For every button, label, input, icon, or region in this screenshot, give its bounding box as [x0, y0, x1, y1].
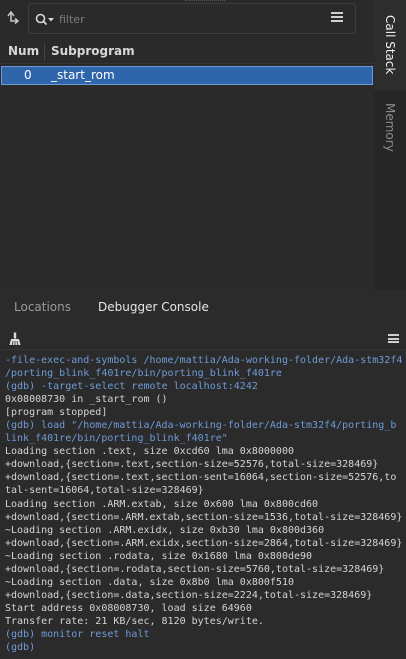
- frame-number: 0: [24, 68, 32, 82]
- hamburger-menu-icon[interactable]: [331, 12, 343, 22]
- side-tab-bar: Call Stack Memory: [374, 0, 406, 290]
- console-toolbar: [0, 326, 406, 350]
- frame-subprogram: _start_rom: [51, 68, 115, 82]
- console-line: /porting_blink_f401re/bin/porting_blink_…: [5, 368, 282, 380]
- tab-call-stack-label: Call Stack: [383, 15, 397, 75]
- console-line: ~Loading section .data, size 0x8b0 lma 0…: [5, 576, 294, 588]
- table-header: Num Subprogram: [0, 40, 374, 64]
- console-line: +download,{section=.text,section-size=52…: [5, 459, 379, 471]
- debugger-console-output[interactable]: -file-exec-and-symbols /home/mattia/Ada-…: [0, 352, 406, 659]
- console-line: +download,{section=.rodata,section-size=…: [5, 563, 385, 575]
- console-line: ~Loading section .rodata, size 0x1680 lm…: [5, 550, 313, 562]
- console-line: (gdb) -target-select remote localhost:42…: [5, 381, 258, 393]
- console-line: +download,{section=.text,section-sent=16…: [5, 472, 397, 484]
- column-header-num[interactable]: Num: [8, 44, 39, 58]
- filter-box: [28, 3, 356, 34]
- console-line: (gdb): [5, 642, 36, 654]
- call-stack-panel: Num Subprogram 0 _start_rom: [0, 0, 406, 290]
- console-line: Loading section .ARM.extab, size 0x600 l…: [5, 498, 319, 510]
- filter-input[interactable]: [59, 10, 339, 28]
- step-return-icon[interactable]: [7, 10, 23, 26]
- console-line: +download,{section=.ARM.exidx,section-si…: [5, 537, 403, 549]
- console-line: Start address 0x08008730, load size 6496…: [5, 602, 252, 614]
- console-line: (gdb) load "/home/mattia/Ada-working-fol…: [5, 420, 397, 432]
- broom-icon[interactable]: [8, 331, 22, 346]
- console-line: ~Loading section .ARM.exidx, size 0xb30 …: [5, 524, 325, 536]
- console-line: Loading section .text, size 0xcd60 lma 0…: [5, 446, 294, 458]
- console-line: -file-exec-and-symbols /home/mattia/Ada-…: [5, 355, 403, 366]
- console-line: +download,{section=.ARM.extab,section-si…: [5, 511, 403, 523]
- hamburger-menu-icon[interactable]: [388, 334, 399, 343]
- tab-call-stack[interactable]: Call Stack: [374, 0, 406, 90]
- console-line: 0x08008730 in _start_rom (): [5, 394, 168, 406]
- tab-locations[interactable]: Locations: [14, 300, 71, 314]
- tab-memory-label: Memory: [383, 102, 397, 152]
- console-line: [program stopped]: [5, 407, 108, 419]
- console-line: (gdb) monitor reset halt: [5, 628, 150, 640]
- search-icon[interactable]: [35, 12, 54, 26]
- table-row[interactable]: 0 _start_rom: [1, 66, 373, 85]
- tab-memory[interactable]: Memory: [374, 92, 406, 162]
- console-line: tal-sent=16064,total-size=328469}: [5, 485, 204, 497]
- console-line: link_f401re/bin/porting_blink_f401re": [5, 433, 228, 445]
- tab-debugger-console[interactable]: Debugger Console: [98, 300, 209, 314]
- column-header-subprogram[interactable]: Subprogram: [51, 44, 135, 58]
- call-stack-toolbar: [0, 0, 374, 38]
- console-line: +download,{section=.data,section-size=22…: [5, 589, 373, 601]
- column-divider[interactable]: [44, 43, 45, 61]
- bottom-tab-bar: Locations Debugger Console: [0, 292, 406, 324]
- console-line: Transfer rate: 21 KB/sec, 8120 bytes/wri…: [5, 615, 264, 627]
